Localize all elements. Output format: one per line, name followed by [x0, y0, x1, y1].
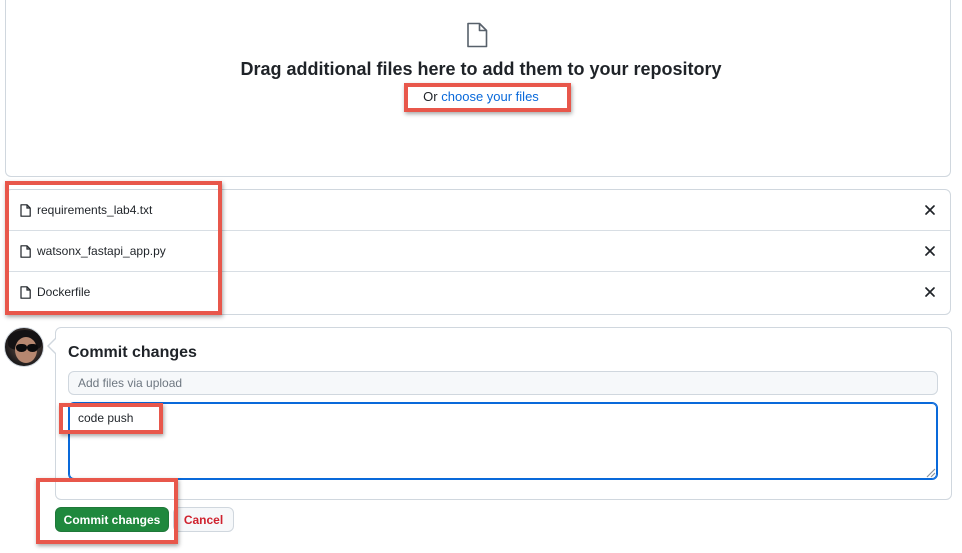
file-icon — [467, 22, 488, 48]
commit-title: Commit changes — [68, 344, 197, 361]
choose-files-link[interactable]: choose your files — [441, 89, 539, 104]
choose-files-line: Or choose your files — [0, 89, 962, 104]
commit-changes-button[interactable]: Commit changes — [55, 507, 169, 532]
close-icon[interactable] — [923, 244, 937, 258]
file-list-item: watsonx_fastapi_app.py — [6, 231, 950, 272]
file-list-item: Dockerfile — [6, 272, 950, 313]
or-text: Or — [423, 89, 438, 104]
commit-box-caret-fill — [49, 339, 56, 353]
file-name: requirements_lab4.txt — [37, 203, 153, 217]
file-name: Dockerfile — [37, 285, 91, 299]
uploaded-file-list: requirements_lab4.txt watsonx_fastapi_ap… — [5, 189, 951, 315]
file-list-item: requirements_lab4.txt — [6, 190, 950, 231]
close-icon[interactable] — [923, 285, 937, 299]
file-icon — [20, 204, 31, 217]
resize-grip-icon[interactable] — [924, 466, 936, 478]
commit-summary-input[interactable] — [68, 371, 938, 395]
commit-description-textarea[interactable]: code push — [68, 402, 938, 480]
close-icon[interactable] — [923, 203, 937, 217]
file-name: watsonx_fastapi_app.py — [37, 244, 166, 258]
file-icon — [20, 245, 31, 258]
avatar-sunglasses-left — [16, 344, 27, 352]
avatar-sunglasses-right — [27, 344, 38, 352]
avatar — [4, 327, 44, 367]
cancel-button[interactable]: Cancel — [173, 507, 234, 532]
file-icon — [20, 286, 31, 299]
drop-zone-title: Drag additional files here to add them t… — [240, 59, 722, 79]
